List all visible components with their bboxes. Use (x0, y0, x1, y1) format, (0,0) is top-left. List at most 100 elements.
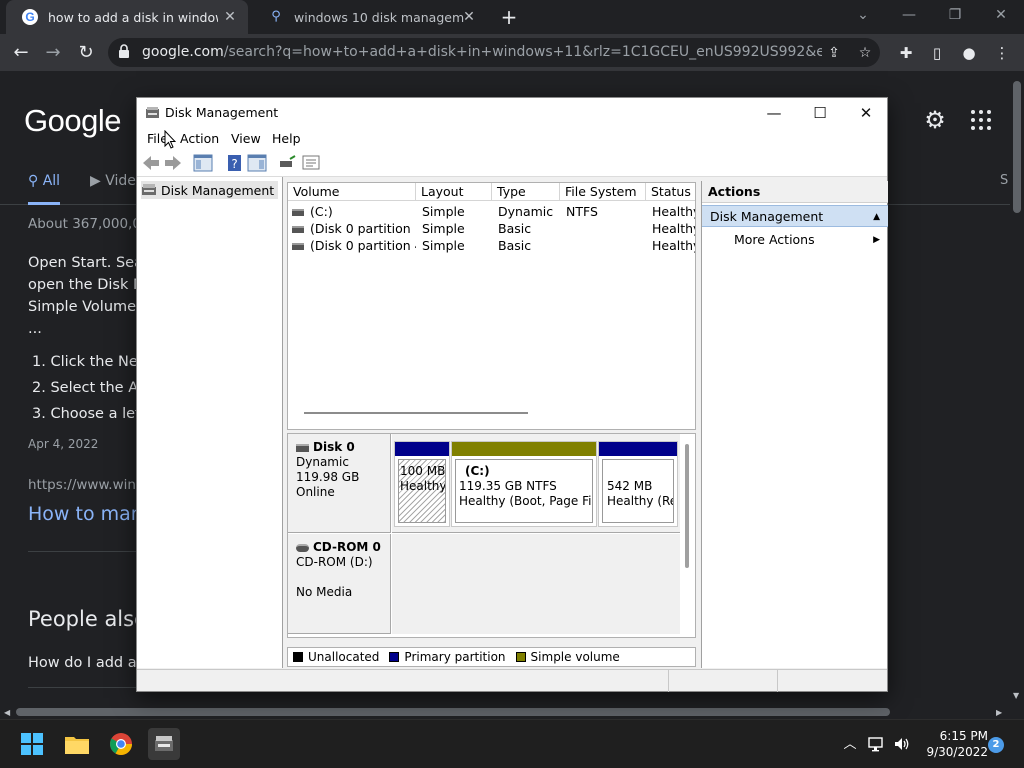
menu-kebab-icon[interactable]: ⋮ (991, 42, 1013, 64)
close-icon[interactable]: ✕ (222, 9, 238, 25)
volume-speaker-icon[interactable] (893, 736, 911, 752)
connect-disk-icon[interactable] (277, 154, 297, 172)
tab-google-search[interactable]: G how to add a disk in windows 11 ✕ (6, 0, 248, 34)
partition-body: 542 MB Healthy (Rec (602, 459, 674, 523)
disk-0-name-text: Disk 0 (313, 440, 355, 454)
scrollbar-thumb[interactable] (16, 708, 890, 716)
legend-item-primary: Primary partition (389, 650, 506, 664)
minimize-icon[interactable]: — (886, 0, 932, 30)
system-clock[interactable]: 6:15 PM 9/30/2022 (918, 728, 988, 760)
side-panel-icon[interactable]: ▯ (926, 42, 948, 64)
cdrom-0-name: CD-ROM 0 (296, 540, 390, 555)
partition-c[interactable]: (C:) 119.35 GB NTFS Healthy (Boot, Page … (451, 441, 597, 527)
actions-section-disk-management[interactable]: Disk Management ▲ (702, 205, 888, 227)
disk-0-label[interactable]: Disk 0 Dynamic 119.98 GB Online (288, 434, 391, 533)
show-action-pane-icon[interactable] (247, 154, 267, 172)
scroll-down-arrow-icon[interactable]: ▼ (1013, 691, 1019, 700)
menu-view[interactable]: View (225, 128, 267, 150)
table-row[interactable]: (Disk 0 partition 1) Simple Basic Health… (288, 220, 696, 237)
divider (28, 551, 138, 552)
tree-node-disk-management[interactable]: Disk Management (141, 181, 279, 199)
cell-type: Dynamic (498, 204, 554, 219)
disk-management-node-icon (142, 184, 156, 195)
tab-all-label: All (42, 173, 61, 189)
network-icon[interactable] (868, 736, 886, 752)
maximize-icon[interactable]: ☐ (797, 98, 843, 128)
settings-gear-icon[interactable]: ⚙ (922, 107, 948, 133)
tab-disk-management-search[interactable]: ⚲ windows 10 disk management - ✕ (252, 0, 487, 34)
column-header-type[interactable]: Type (492, 183, 560, 201)
google-apps-icon[interactable] (970, 109, 992, 131)
bookmark-star-icon[interactable]: ☆ (855, 43, 875, 63)
disk-0-partitions: 100 MB Healthy (C:) 119.35 GB NTFS Healt… (392, 434, 680, 533)
tab-all[interactable]: ⚲ All (28, 169, 61, 205)
column-header-volume[interactable]: Volume (288, 183, 416, 201)
share-icon[interactable]: ⇪ (824, 43, 844, 63)
cdrom-0-area (392, 534, 680, 634)
column-header-status[interactable]: Status (646, 183, 695, 201)
status-bar (137, 669, 887, 692)
close-window-icon[interactable]: ✕ (978, 0, 1024, 30)
windows-start-icon[interactable] (16, 728, 48, 760)
reload-button[interactable]: ↻ (73, 40, 99, 66)
cell-status: Healthy (652, 238, 696, 253)
column-header-file-system[interactable]: File System (560, 183, 646, 201)
cell-volume: (Disk 0 partition 4) (292, 237, 416, 254)
table-row[interactable]: (C:) Simple Dynamic NTFS Healthy (288, 203, 696, 220)
column-header-layout[interactable]: Layout (416, 183, 492, 201)
scroll-right-arrow-icon[interactable]: ▶ (996, 708, 1002, 717)
page-vertical-scrollbar[interactable]: ▼ (1010, 71, 1024, 705)
question-item[interactable]: How do I add a (28, 655, 137, 671)
disk-map-scrollbar[interactable] (685, 444, 689, 568)
file-explorer-icon[interactable] (61, 728, 93, 760)
submenu-arrow-icon: ▶ (873, 235, 880, 245)
help-icon[interactable]: ? (225, 154, 245, 172)
list-horizontal-scrollbar[interactable] (304, 412, 528, 414)
partition-bar (452, 442, 596, 456)
scroll-left-arrow-icon[interactable]: ◀ (4, 708, 10, 717)
show-hidden-icons-chevron-icon[interactable]: ︿ (840, 720, 860, 768)
back-button[interactable]: ← (8, 40, 34, 66)
volume-name: (Disk 0 partition 1) (310, 221, 416, 236)
tab-search-chevron-icon[interactable]: ⌄ (840, 0, 886, 30)
video-icon: ▶ (90, 173, 101, 189)
partition-recovery[interactable]: 542 MB Healthy (Rec (598, 441, 678, 527)
tab-videos[interactable]: ▶ Vide (90, 169, 136, 193)
restore-icon[interactable]: ❐ (932, 0, 978, 30)
minimize-icon[interactable]: — (751, 98, 797, 128)
forward-button[interactable]: → (40, 40, 66, 66)
google-logo[interactable]: Google (24, 101, 121, 141)
lock-icon (119, 44, 129, 58)
page-horizontal-scrollbar[interactable]: ◀ ▶ (0, 705, 1010, 719)
partition-efi[interactable]: 100 MB Healthy (394, 441, 450, 527)
forward-arrow-icon[interactable] (163, 154, 183, 172)
window-title-bar[interactable]: Disk Management — ☐ ✕ (137, 98, 887, 128)
extensions-puzzle-icon[interactable]: ✚ (895, 42, 917, 64)
table-row[interactable]: (Disk 0 partition 4) Simple Basic Health… (288, 237, 696, 254)
notification-badge[interactable]: 2 (988, 737, 1004, 753)
cell-status: Healthy (652, 204, 696, 219)
chrome-icon[interactable] (105, 728, 137, 760)
more-actions-item[interactable]: More Actions ▶ (702, 229, 888, 251)
properties-list-icon[interactable] (301, 154, 321, 172)
legend-swatch (293, 652, 303, 662)
partition-bar (395, 442, 449, 456)
new-tab-button[interactable]: + (498, 6, 520, 28)
menu-action[interactable]: Action (174, 128, 225, 150)
disk-management-taskbar-icon[interactable] (148, 728, 180, 760)
close-icon[interactable]: ✕ (461, 9, 477, 25)
back-arrow-icon[interactable] (141, 154, 161, 172)
result-cite[interactable]: https://www.wind (28, 477, 144, 493)
address-bar[interactable]: google.com/search?q=how+to+add+a+disk+in… (108, 38, 880, 67)
collapse-triangle-icon[interactable]: ▲ (873, 206, 880, 228)
result-title-link[interactable]: How to man (28, 503, 143, 525)
more-actions-label: More Actions (734, 232, 815, 247)
scrollbar-thumb[interactable] (1013, 81, 1021, 213)
cell-status: Healthy (652, 221, 696, 236)
close-window-icon[interactable]: ✕ (843, 98, 889, 128)
menu-help[interactable]: Help (266, 128, 307, 150)
profile-avatar-icon[interactable]: ● (958, 42, 980, 64)
show-hide-console-tree-icon[interactable] (193, 154, 213, 172)
url-text[interactable]: google.com/search?q=how+to+add+a+disk+in… (142, 38, 822, 67)
cdrom-0-label[interactable]: CD-ROM 0 CD-ROM (D:) No Media (288, 534, 391, 634)
